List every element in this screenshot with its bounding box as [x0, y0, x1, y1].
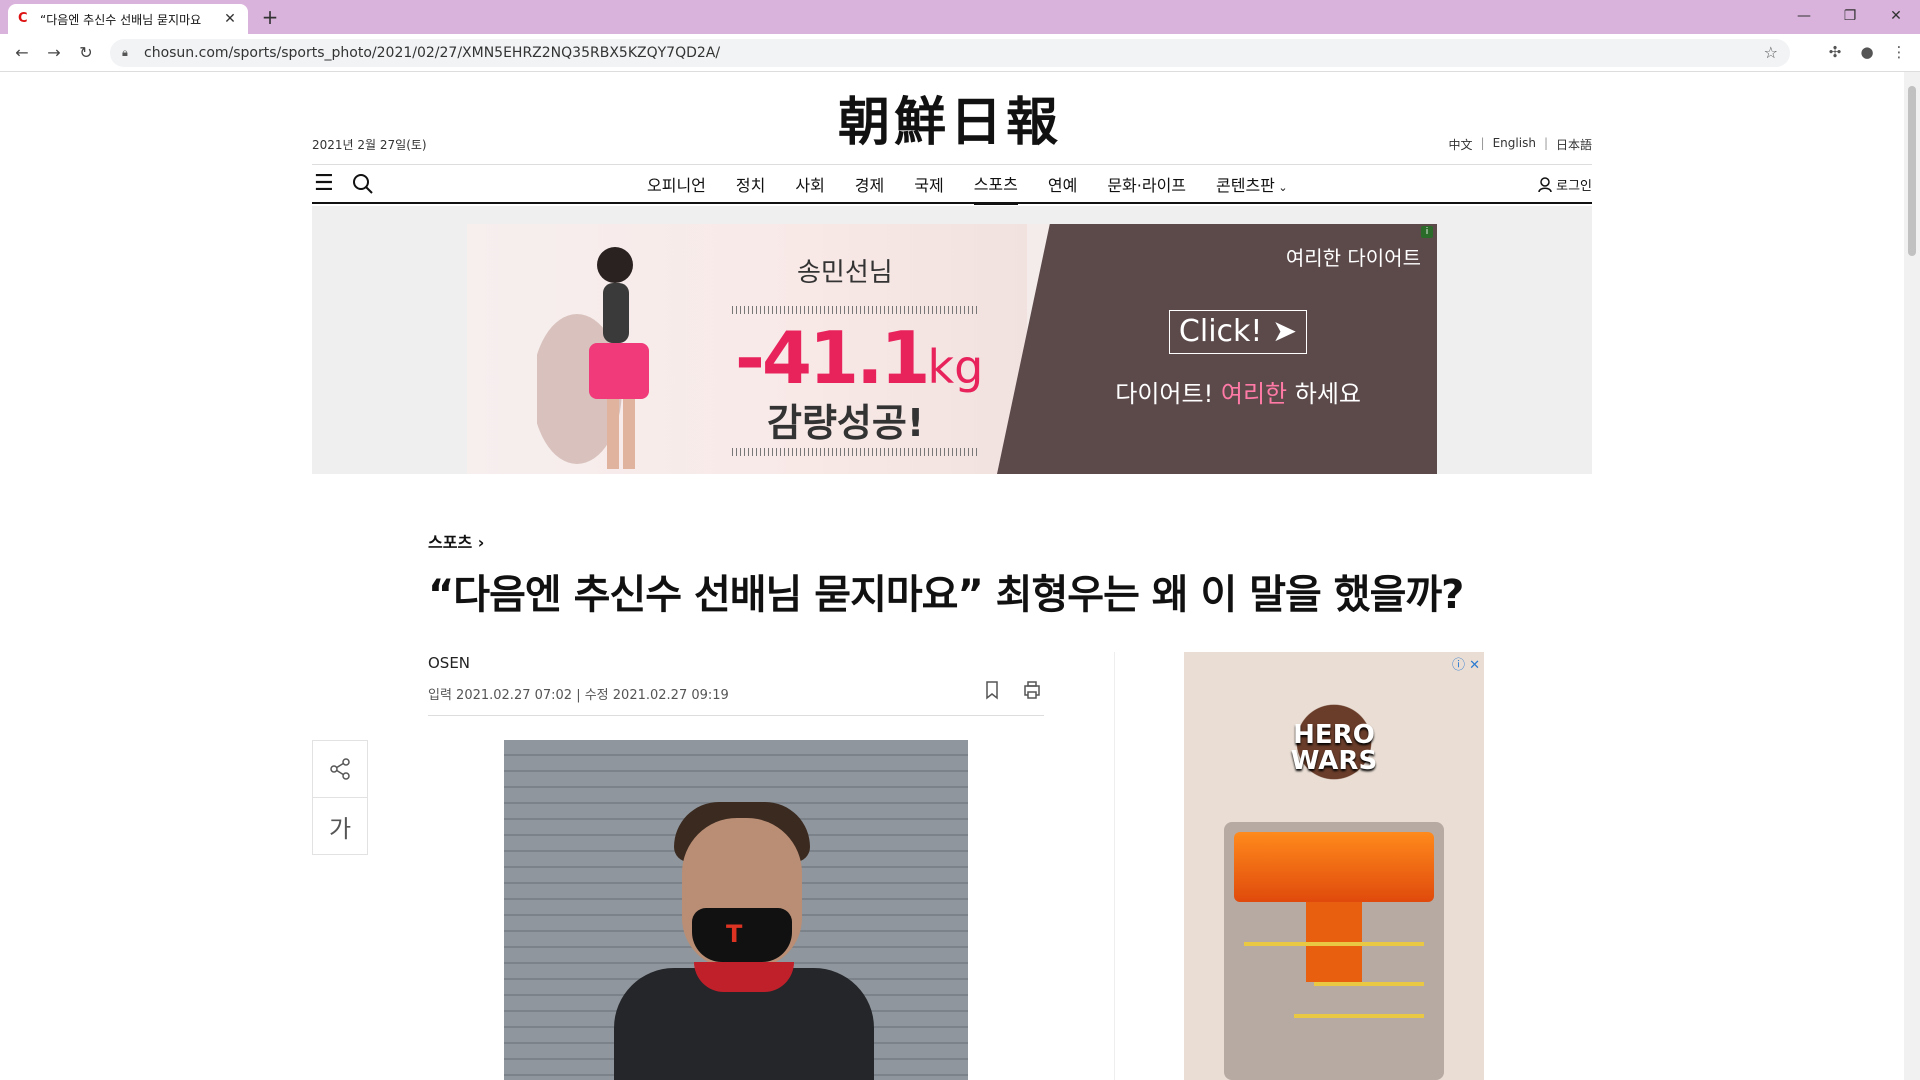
nav-entertainment[interactable]: 연예 — [1048, 164, 1077, 204]
user-icon — [1538, 176, 1552, 192]
lang-japanese[interactable]: 日本語 — [1556, 136, 1592, 153]
banner-slogan: 다이어트! 여리한 하세요 — [1115, 380, 1361, 408]
lock-icon: 🔒︎ — [122, 46, 128, 59]
nav-sports[interactable]: 스포츠 — [973, 163, 1018, 205]
page-scrollbar[interactable] — [1904, 72, 1920, 1080]
share-button[interactable] — [312, 740, 368, 798]
new-tab-button[interactable]: + — [258, 6, 282, 30]
diet-banner-ad[interactable]: 송민선님 -41.1kg 감량성공! 여리한 다이어트 Click! ➤ 다이어… — [467, 224, 1437, 474]
main-navigation: ☰ 오피니언 정치 사회 경제 국제 스포츠 연예 문화·라이프 콘텐츠판 ⌄ … — [312, 163, 1592, 205]
site-logo[interactable]: 朝鮮日報 — [815, 94, 1085, 152]
login-label: 로그인 — [1556, 179, 1592, 194]
article-tools — [982, 680, 1042, 700]
article-section-link[interactable]: 스포츠 › — [428, 529, 484, 553]
tab-strip: C “다음엔 추신수 선배님 묻지마요 ✕ + — ❐ ✕ — [0, 0, 1920, 34]
restore-button[interactable]: ❐ — [1830, 4, 1870, 28]
article-dates: 입력 2021.02.27 07:02 | 수정 2021.02.27 09:1… — [428, 688, 729, 703]
close-icon[interactable]: ✕ — [222, 11, 238, 27]
profile-icon[interactable]: ● — [1856, 43, 1878, 65]
banner-brand: 여리한 다이어트 — [1285, 246, 1421, 270]
nav-contents[interactable]: 콘텐츠판 ⌄ — [1216, 164, 1288, 204]
side-tools: 가 — [312, 740, 368, 855]
current-date: 2021년 2월 27일(토) — [312, 138, 427, 152]
search-icon[interactable] — [352, 173, 374, 195]
nav-international[interactable]: 국제 — [914, 164, 943, 204]
star-icon[interactable]: ☆ — [1764, 43, 1778, 62]
share-icon — [330, 758, 350, 780]
nav-opinion[interactable]: 오피니언 — [647, 164, 706, 204]
puzzle-pin[interactable] — [1314, 982, 1424, 986]
banner-ad-name: 송민선님 — [797, 258, 893, 288]
reload-icon[interactable]: ↻ — [74, 42, 98, 64]
chosun-favicon-icon: C — [18, 11, 28, 26]
nav-society[interactable]: 사회 — [795, 164, 824, 204]
ad-band: 송민선님 -41.1kg 감량성공! 여리한 다이어트 Click! ➤ 다이어… — [312, 206, 1592, 474]
nav-list: 오피니언 정치 사회 경제 국제 스포츠 연예 문화·라이프 콘텐츠판 ⌄ — [647, 163, 1288, 205]
model-figure-image — [537, 247, 649, 469]
puzzle-pin[interactable] — [1244, 942, 1424, 946]
ruler-bottom — [732, 448, 977, 456]
forward-icon[interactable]: → — [42, 42, 66, 64]
close-window-button[interactable]: ✕ — [1876, 4, 1916, 28]
ruler-top — [732, 306, 977, 314]
nav-culture-life[interactable]: 문화·라이프 — [1107, 164, 1186, 204]
article-source[interactable]: OSEN — [428, 654, 470, 672]
lang-chinese[interactable]: 中文 — [1449, 136, 1473, 153]
url-text: chosun.com/sports/sports_photo/2021/02/2… — [144, 45, 721, 61]
language-links: 中文 | English | 日本語 — [1448, 136, 1592, 153]
banner-weight-loss: -41.1kg — [735, 316, 984, 400]
lang-english[interactable]: English — [1493, 136, 1536, 153]
ad-info-icon[interactable]: i — [1421, 226, 1433, 238]
nav-politics[interactable]: 정치 — [736, 164, 765, 204]
extension-icon[interactable]: ✣ — [1824, 43, 1846, 65]
print-icon[interactable] — [1022, 680, 1042, 700]
login-button[interactable]: 로그인 — [1538, 175, 1592, 194]
back-icon[interactable]: ← — [10, 42, 34, 64]
hero-wars-logo: HERO WARS — [1269, 692, 1399, 792]
article-photo: T — [504, 740, 968, 1080]
photo-mask: T — [692, 908, 792, 962]
ad-choices-icon[interactable]: ⓘ ✕ — [1452, 654, 1480, 673]
browser-toolbar: ← → ↻ 🔒︎ chosun.com/sports/sports_photo/… — [0, 34, 1920, 72]
scrollbar-thumb[interactable] — [1908, 86, 1916, 256]
meta-divider — [428, 715, 1044, 716]
web-page: 朝鮮日報 2021년 2월 27일(토) 中文 | English | 日本語 … — [0, 72, 1920, 1080]
bookmark-icon[interactable] — [982, 680, 1002, 700]
minimize-button[interactable]: — — [1784, 4, 1824, 28]
article-headline: “다음엔 추신수 선배님 묻지마요” 최형우는 왜 이 말을 했을까? — [428, 572, 1464, 618]
banner-click-button[interactable]: Click! ➤ — [1169, 310, 1307, 354]
puzzle-lava — [1234, 832, 1434, 902]
photo-collar — [694, 962, 794, 992]
banner-result: 감량성공! — [767, 401, 925, 445]
font-size-button[interactable]: 가 — [312, 797, 368, 855]
hero-wars-ad[interactable]: ⓘ ✕ HERO WARS — [1184, 652, 1484, 1080]
browser-tab[interactable]: C “다음엔 추신수 선배님 묻지마요 ✕ — [8, 4, 248, 34]
address-bar[interactable]: 🔒︎ chosun.com/sports/sports_photo/2021/0… — [110, 39, 1790, 67]
nav-economy[interactable]: 경제 — [855, 164, 884, 204]
tab-title: “다음엔 추신수 선배님 묻지마요 — [40, 12, 202, 27]
menu-icon[interactable]: ☰ — [314, 173, 334, 195]
chevron-down-icon: ⌄ — [1274, 181, 1288, 194]
column-divider — [1114, 652, 1115, 1080]
puzzle-pin[interactable] — [1294, 1014, 1424, 1018]
kebab-icon[interactable]: ⋮ — [1888, 43, 1910, 65]
